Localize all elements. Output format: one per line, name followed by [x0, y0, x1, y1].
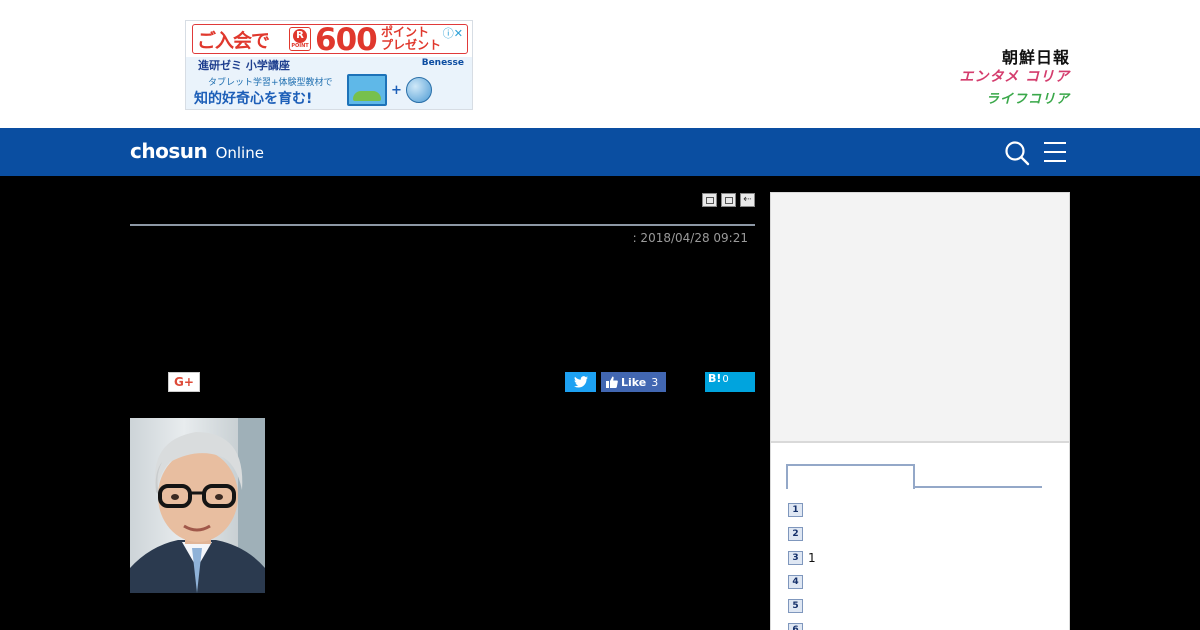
hatena-count: 0: [722, 374, 729, 385]
rpoint-letter: R: [293, 29, 307, 43]
ad-points-unit-line2: プレゼント: [381, 38, 442, 52]
rank-number: 1: [788, 503, 803, 517]
facebook-like-count: 3: [651, 375, 659, 389]
hatena-label: B!: [708, 372, 722, 385]
google-plus-button[interactable]: G+: [168, 372, 200, 392]
ad-points-number: 600: [315, 22, 378, 58]
nav-bar: chosun Online: [0, 128, 1200, 176]
ranking-item-5[interactable]: 5: [788, 599, 816, 623]
twitter-bird-icon: [573, 376, 588, 388]
ranking-item-3[interactable]: 3 1: [788, 551, 816, 575]
site-logo[interactable]: chosun Online: [130, 139, 264, 163]
title-divider: [130, 224, 755, 226]
ad-points-unit-line1: ポイント: [381, 25, 430, 39]
ad-close-icon[interactable]: ✕: [454, 27, 463, 40]
hatena-bookmark-button[interactable]: B!0: [705, 372, 755, 392]
ad-info-mark: ⓘ: [442, 27, 454, 40]
rank-number: 3: [788, 551, 803, 565]
rpoint-logo: R POINT: [289, 27, 311, 51]
ad-headline-box: ご入会で R POINT 600 ポイント プレゼント ⓘ✕: [192, 22, 468, 58]
print-icon[interactable]: [702, 193, 717, 207]
ranking-list: 1 2 3 1 4 5 6: [788, 503, 816, 630]
ad-banner[interactable]: ご入会で R POINT 600 ポイント プレゼント ⓘ✕ 進研ゼミ 小学講座…: [185, 20, 473, 110]
article-photo: [130, 418, 265, 593]
hamburger-menu-icon[interactable]: [1042, 140, 1068, 166]
ranking-item-4[interactable]: 4: [788, 575, 816, 599]
brand-link-chosun-ilbo[interactable]: 朝鮮日報: [910, 44, 1070, 67]
facebook-like-label: Like: [621, 375, 647, 389]
rank-number: 5: [788, 599, 803, 613]
top-band: ご入会で R POINT 600 ポイント プレゼント ⓘ✕ 進研ゼミ 小学講座…: [0, 0, 1200, 128]
facebook-like-button[interactable]: Like 3: [601, 372, 666, 392]
rank-number: 4: [788, 575, 803, 589]
list-icon[interactable]: [721, 193, 736, 207]
tablet-illustration: [347, 74, 387, 106]
globe-illustration: [406, 77, 432, 103]
ranking-box: 1 2 3 1 4 5 6: [770, 442, 1070, 630]
rank-number: 6: [788, 623, 803, 630]
ad-join-text: ご入会で: [197, 30, 270, 52]
logo-main: chosun: [130, 139, 208, 163]
rpoint-word: POINT: [291, 43, 309, 49]
brand-links: 朝鮮日報 エンタメ コリア ライフコリア: [910, 44, 1070, 108]
brand-link-life-korea[interactable]: ライフコリア: [910, 88, 1070, 108]
ranking-tab-active[interactable]: [786, 464, 915, 489]
logo-sub: Online: [215, 144, 264, 162]
rank-number: 2: [788, 527, 803, 541]
ranking-tab-inactive[interactable]: [915, 486, 1042, 488]
back-arrow-glyph: ⇠: [743, 194, 752, 205]
ad-course-name: 進研ゼミ 小学講座: [198, 59, 290, 72]
ranking-item-2[interactable]: 2: [788, 527, 816, 551]
brand-link-entame-korea[interactable]: エンタメ コリア: [910, 66, 1070, 88]
article-dateline: : 2018/04/28 09:21: [632, 231, 748, 245]
ad-plus-sign: +: [391, 83, 402, 98]
sidebar-ad-slot[interactable]: [770, 192, 1070, 442]
ad-tagline-small: タブレット学習+体験型教材で: [208, 78, 333, 88]
ranking-item-1[interactable]: 1: [788, 503, 816, 527]
ranking-item-6[interactable]: 6: [788, 623, 816, 630]
ad-info-icon[interactable]: ⓘ✕: [443, 25, 463, 41]
search-icon[interactable]: [1004, 140, 1030, 166]
rank-headline[interactable]: 1: [808, 551, 816, 565]
benesse-logo: Benesse: [421, 58, 464, 68]
article-tools: ⇠: [702, 193, 755, 207]
twitter-button[interactable]: [565, 372, 596, 392]
ad-tagline-big: 知的好奇心を育む!: [194, 91, 313, 107]
back-arrow-icon[interactable]: ⇠: [740, 193, 755, 207]
thumbs-up-icon: [606, 376, 618, 388]
ad-points-unit: ポイント プレゼント: [381, 26, 441, 52]
